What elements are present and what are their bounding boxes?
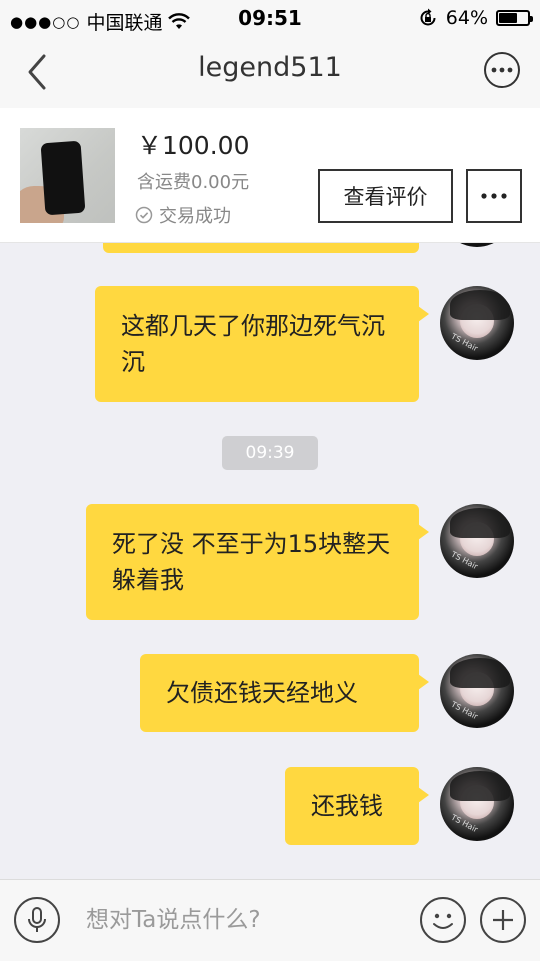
battery-icon: [496, 10, 533, 26]
message-bubble: 还我钱: [285, 767, 429, 845]
trade-status-text: 交易成功: [159, 206, 231, 227]
avatar[interactable]: TS Hair: [440, 286, 514, 360]
chat-area[interactable]: 这都几天了你那边死气沉沉 TS Hair 09:39 死了没 不至于为15块整天…: [0, 243, 540, 878]
view-review-button[interactable]: 查看评价: [318, 169, 453, 223]
message-input[interactable]: [72, 898, 430, 942]
smiley-icon: [433, 913, 453, 929]
status-bar: ●●●○○ 中国联通 09:51 64%: [0, 0, 540, 36]
message-bubble: 这都几天了你那边死气沉沉: [95, 286, 429, 402]
avatar: [440, 243, 514, 247]
emoji-button[interactable]: [420, 897, 466, 943]
product-more-button[interactable]: [466, 169, 522, 223]
microphone-icon: [28, 907, 46, 932]
message-bubble: 死了没 不至于为15块整天躲着我: [86, 504, 429, 620]
avatar-watermark: TS Hair: [449, 549, 480, 572]
page-title: legend511: [198, 52, 342, 83]
avatar[interactable]: TS Hair: [440, 767, 514, 841]
orientation-lock-icon: [420, 8, 436, 26]
battery-percent: 64%: [445, 7, 488, 29]
nav-bar: legend511: [0, 36, 540, 109]
time-divider: 09:39: [222, 436, 318, 470]
message-bubble: 欠债还钱天经地义: [140, 654, 429, 732]
product-price: ￥100.00: [137, 131, 250, 160]
phone-shape: [40, 140, 86, 216]
avatar-watermark: TS Hair: [449, 699, 480, 722]
battery-level: [499, 13, 517, 23]
product-panel: ￥100.00 含运费0.00元 交易成功 查看评价: [0, 108, 540, 243]
message-text: 还我钱: [311, 792, 383, 820]
more-icon: [481, 193, 507, 199]
message-bubble-partial: [103, 243, 419, 253]
check-circle-icon: [135, 206, 153, 224]
more-icon: [491, 67, 513, 73]
avatar-watermark: TS Hair: [449, 331, 480, 354]
add-attachment-button[interactable]: [480, 897, 526, 943]
message-text: 死了没 不至于为15块整天躲着我: [112, 530, 391, 594]
plus-icon: [493, 910, 513, 930]
message-text: 这都几天了你那边死气沉沉: [121, 312, 385, 376]
avatar[interactable]: TS Hair: [440, 504, 514, 578]
product-thumbnail[interactable]: [20, 128, 115, 223]
status-right: 64%: [418, 7, 533, 29]
avatar-watermark: TS Hair: [449, 812, 480, 835]
avatar[interactable]: TS Hair: [440, 654, 514, 728]
shipping-fee: 含运费0.00元: [137, 172, 250, 193]
more-options-button[interactable]: [484, 52, 520, 88]
input-bar: [0, 879, 540, 961]
voice-button[interactable]: [14, 897, 60, 943]
trade-status: 交易成功: [135, 202, 231, 228]
message-text: 欠债还钱天经地义: [166, 679, 358, 707]
